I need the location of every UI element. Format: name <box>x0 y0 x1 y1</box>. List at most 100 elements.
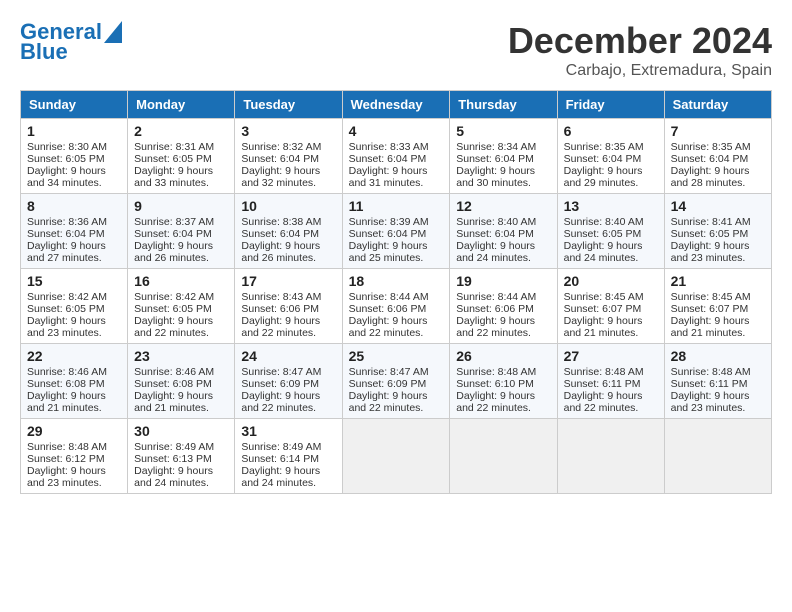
day-number: 28 <box>671 348 765 364</box>
calendar-cell: 18Sunrise: 8:44 AMSunset: 6:06 PMDayligh… <box>342 269 450 344</box>
cell-line: Daylight: 9 hours <box>27 390 121 402</box>
day-number: 2 <box>134 123 228 139</box>
cell-line: Daylight: 9 hours <box>456 315 550 327</box>
cell-line: Sunrise: 8:47 AM <box>241 366 335 378</box>
calendar-cell: 4 Sunrise: 8:33 AMSunset: 6:04 PMDaylight… <box>342 119 450 194</box>
day-number: 16 <box>134 273 228 289</box>
cell-line: Daylight: 9 hours <box>349 315 444 327</box>
cell-line: Sunrise: 8:30 AM <box>27 141 121 153</box>
cell-line: Daylight: 9 hours <box>349 165 444 177</box>
day-number: 12 <box>456 198 550 214</box>
calendar-cell: 20Sunrise: 8:45 AMSunset: 6:07 PMDayligh… <box>557 269 664 344</box>
day-number: 6 <box>564 123 658 139</box>
cell-line: Sunrise: 8:45 AM <box>671 291 765 303</box>
cell-line: Sunrise: 8:44 AM <box>456 291 550 303</box>
calendar-cell: 28Sunrise: 8:48 AMSunset: 6:11 PMDayligh… <box>664 344 771 419</box>
cell-line: Daylight: 9 hours <box>456 240 550 252</box>
cell-line: and 24 minutes. <box>456 252 550 264</box>
cell-line: Daylight: 9 hours <box>564 240 658 252</box>
day-number: 10 <box>241 198 335 214</box>
day-number: 27 <box>564 348 658 364</box>
cell-line: Daylight: 9 hours <box>27 315 121 327</box>
cell-line: Daylight: 9 hours <box>27 240 121 252</box>
cell-line: Daylight: 9 hours <box>241 390 335 402</box>
day-number: 11 <box>349 198 444 214</box>
cell-line: Sunset: 6:04 PM <box>456 153 550 165</box>
cell-line: Sunset: 6:04 PM <box>241 228 335 240</box>
calendar-cell: 24 Sunrise: 8:47 AMSunset: 6:09 PMDayligh… <box>235 344 342 419</box>
cell-line: Sunrise: 8:46 AM <box>134 366 228 378</box>
cell-line: Sunset: 6:04 PM <box>456 228 550 240</box>
cell-line: Sunrise: 8:48 AM <box>564 366 658 378</box>
day-number: 20 <box>564 273 658 289</box>
cell-line: Daylight: 9 hours <box>241 240 335 252</box>
cell-line: Sunrise: 8:37 AM <box>134 216 228 228</box>
cell-line: Daylight: 9 hours <box>564 315 658 327</box>
cell-line: Sunrise: 8:42 AM <box>134 291 228 303</box>
cell-line: and 27 minutes. <box>27 252 121 264</box>
day-number: 19 <box>456 273 550 289</box>
cell-line: Sunset: 6:05 PM <box>671 228 765 240</box>
day-number: 21 <box>671 273 765 289</box>
cell-line: and 33 minutes. <box>134 177 228 189</box>
cell-line: Sunset: 6:13 PM <box>134 453 228 465</box>
header-friday: Friday <box>557 91 664 119</box>
cell-line: Daylight: 9 hours <box>134 390 228 402</box>
cell-line: Sunset: 6:06 PM <box>241 303 335 315</box>
header: General Blue December 2024 Carbajo, Extr… <box>20 20 772 80</box>
calendar-cell: 22Sunrise: 8:46 AMSunset: 6:08 PMDayligh… <box>21 344 128 419</box>
cell-line: Sunrise: 8:44 AM <box>349 291 444 303</box>
calendar-cell: 21Sunrise: 8:45 AMSunset: 6:07 PMDayligh… <box>664 269 771 344</box>
calendar-cell: 15Sunrise: 8:42 AMSunset: 6:05 PMDayligh… <box>21 269 128 344</box>
calendar-cell: 2Sunrise: 8:31 AMSunset: 6:05 PMDaylight… <box>128 119 235 194</box>
header-wednesday: Wednesday <box>342 91 450 119</box>
cell-line: Sunset: 6:04 PM <box>564 153 658 165</box>
location-title: Carbajo, Extremadura, Spain <box>508 62 772 80</box>
calendar-cell: 11Sunrise: 8:39 AMSunset: 6:04 PMDayligh… <box>342 194 450 269</box>
cell-line: and 24 minutes. <box>134 477 228 489</box>
cell-line: Sunset: 6:07 PM <box>671 303 765 315</box>
cell-line: Daylight: 9 hours <box>564 165 658 177</box>
cell-line: Sunset: 6:05 PM <box>134 153 228 165</box>
cell-line: Sunrise: 8:32 AM <box>241 141 335 153</box>
calendar-cell: 29Sunrise: 8:48 AMSunset: 6:12 PMDayligh… <box>21 419 128 494</box>
cell-line: Sunset: 6:08 PM <box>134 378 228 390</box>
cell-line: Sunrise: 8:48 AM <box>27 441 121 453</box>
cell-line: Sunrise: 8:36 AM <box>27 216 121 228</box>
cell-line: and 29 minutes. <box>564 177 658 189</box>
calendar-cell: 30Sunrise: 8:49 AMSunset: 6:13 PMDayligh… <box>128 419 235 494</box>
cell-line: Sunrise: 8:47 AM <box>349 366 444 378</box>
cell-line: Daylight: 9 hours <box>134 465 228 477</box>
cell-line: Daylight: 9 hours <box>671 240 765 252</box>
cell-line: Sunset: 6:11 PM <box>564 378 658 390</box>
day-number: 5 <box>456 123 550 139</box>
cell-line: Sunset: 6:04 PM <box>349 228 444 240</box>
cell-line: Daylight: 9 hours <box>27 165 121 177</box>
day-number: 23 <box>134 348 228 364</box>
cell-line: Sunrise: 8:43 AM <box>241 291 335 303</box>
cell-line: Sunrise: 8:33 AM <box>349 141 444 153</box>
day-number: 14 <box>671 198 765 214</box>
cell-line: Daylight: 9 hours <box>671 165 765 177</box>
cell-line: and 21 minutes. <box>27 402 121 414</box>
cell-line: and 28 minutes. <box>671 177 765 189</box>
cell-line: and 23 minutes. <box>671 252 765 264</box>
cell-line: Sunset: 6:09 PM <box>241 378 335 390</box>
cell-line: Sunrise: 8:40 AM <box>564 216 658 228</box>
day-number: 7 <box>671 123 765 139</box>
day-number: 24 <box>241 348 335 364</box>
cell-line: Sunset: 6:04 PM <box>349 153 444 165</box>
day-number: 4 <box>349 123 444 139</box>
calendar-cell <box>557 419 664 494</box>
day-number: 26 <box>456 348 550 364</box>
calendar-cell: 23 Sunrise: 8:46 AMSunset: 6:08 PMDayligh… <box>128 344 235 419</box>
cell-line: Sunrise: 8:31 AM <box>134 141 228 153</box>
cell-line: Sunrise: 8:39 AM <box>349 216 444 228</box>
cell-line: Daylight: 9 hours <box>241 165 335 177</box>
cell-line: Sunset: 6:05 PM <box>134 303 228 315</box>
header-sunday: Sunday <box>21 91 128 119</box>
calendar-cell: 27Sunrise: 8:48 AMSunset: 6:11 PMDayligh… <box>557 344 664 419</box>
cell-line: Sunset: 6:04 PM <box>241 153 335 165</box>
cell-line: Daylight: 9 hours <box>456 390 550 402</box>
day-number: 30 <box>134 423 228 439</box>
